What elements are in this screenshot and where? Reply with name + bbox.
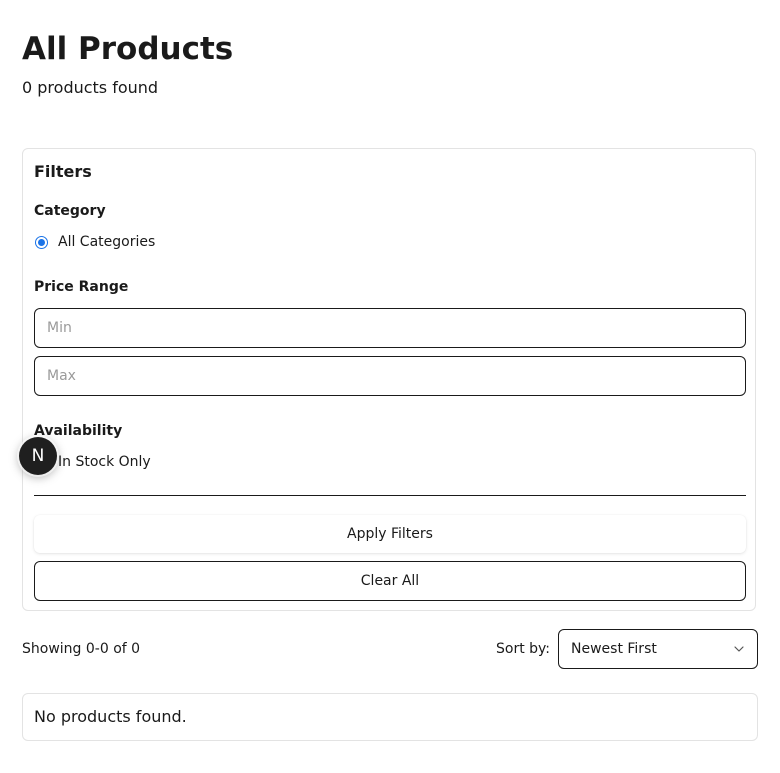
price-min-input[interactable] [34,308,746,348]
price-max-input[interactable] [34,356,746,396]
sort-label: Sort by: [496,641,551,657]
results-showing-text: Showing 0-0 of 0 [22,641,141,657]
empty-results-text: No products found. [34,707,187,726]
empty-results-box: No products found. [22,693,758,741]
category-label: Category [34,203,106,219]
filters-divider [34,495,746,496]
category-option-label[interactable]: All Categories [58,233,155,251]
sort-select[interactable]: Newest First [558,629,758,669]
price-range-label: Price Range [34,279,129,295]
products-page: All Products 0 products found Filters Ca… [0,0,780,773]
product-count: 0 products found [22,78,159,97]
chevron-down-icon [733,643,745,655]
sort-selected-value: Newest First [571,641,657,657]
page-title: All Products [22,31,234,67]
nextjs-badge-letter: N [31,445,45,466]
radio-button[interactable] [35,235,48,249]
in-stock-label[interactable]: In Stock Only [58,453,151,471]
filters-panel: Filters Category All Categories Price Ra… [22,148,756,611]
availability-label: Availability [34,423,123,439]
filters-heading: Filters [34,162,92,181]
apply-filters-button[interactable]: Apply Filters [34,515,746,553]
clear-all-button[interactable]: Clear All [34,561,746,601]
nextjs-dev-indicator-icon[interactable]: N [19,437,57,475]
category-option-all[interactable]: All Categories [34,233,155,251]
radio-selected-dot [38,238,45,246]
